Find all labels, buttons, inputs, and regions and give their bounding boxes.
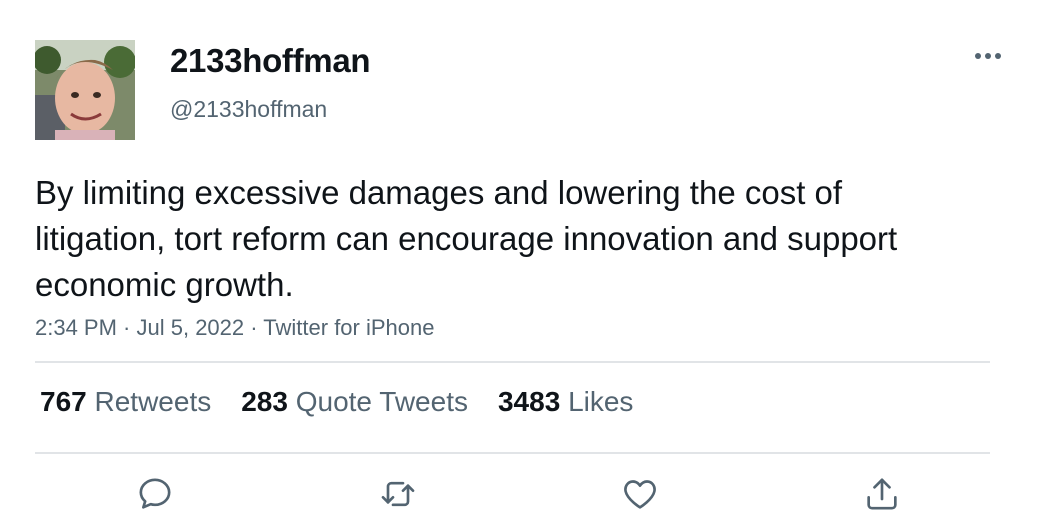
tweet-source[interactable]: Twitter for iPhone: [263, 315, 434, 340]
tweet-stats: 767 Retweets 283 Quote Tweets 3483 Likes: [40, 386, 663, 418]
meta-separator: ·: [116, 315, 137, 340]
tweet-meta: 2:34 PM · Jul 5, 2022 · Twitter for iPho…: [35, 315, 434, 341]
divider: [35, 361, 990, 363]
tweet-time[interactable]: 2:34 PM: [35, 315, 117, 340]
likes-stat[interactable]: 3483 Likes: [498, 386, 633, 418]
more-options-button[interactable]: [968, 44, 1008, 68]
share-icon: [867, 478, 897, 510]
quote-tweets-label: Quote Tweets: [295, 386, 468, 417]
tweet-date[interactable]: Jul 5, 2022: [137, 315, 245, 340]
like-icon: [624, 480, 656, 509]
avatar[interactable]: [35, 40, 135, 140]
retweet-icon: [381, 481, 415, 507]
likes-label: Likes: [568, 386, 634, 417]
reply-button[interactable]: [131, 470, 179, 518]
like-button[interactable]: [616, 470, 664, 518]
display-name[interactable]: 2133hoffman: [170, 42, 371, 80]
more-horizontal-icon: [975, 53, 1001, 59]
user-handle[interactable]: @2133hoffman: [170, 96, 327, 123]
meta-separator: ·: [244, 315, 264, 340]
tweet-card: 2133hoffman @2133hoffman By limiting exc…: [0, 0, 1050, 525]
reply-icon: [139, 478, 171, 509]
share-button[interactable]: [858, 470, 906, 518]
quote-tweets-stat[interactable]: 283 Quote Tweets: [241, 386, 468, 418]
retweets-count: 767: [40, 386, 87, 417]
retweet-button[interactable]: [374, 470, 422, 518]
retweets-label: Retweets: [94, 386, 212, 417]
quote-tweets-count: 283: [241, 386, 288, 417]
retweets-stat[interactable]: 767 Retweets: [40, 386, 211, 418]
tweet-text: By limiting excessive damages and loweri…: [35, 174, 898, 303]
divider: [35, 452, 990, 454]
likes-count: 3483: [497, 386, 561, 417]
